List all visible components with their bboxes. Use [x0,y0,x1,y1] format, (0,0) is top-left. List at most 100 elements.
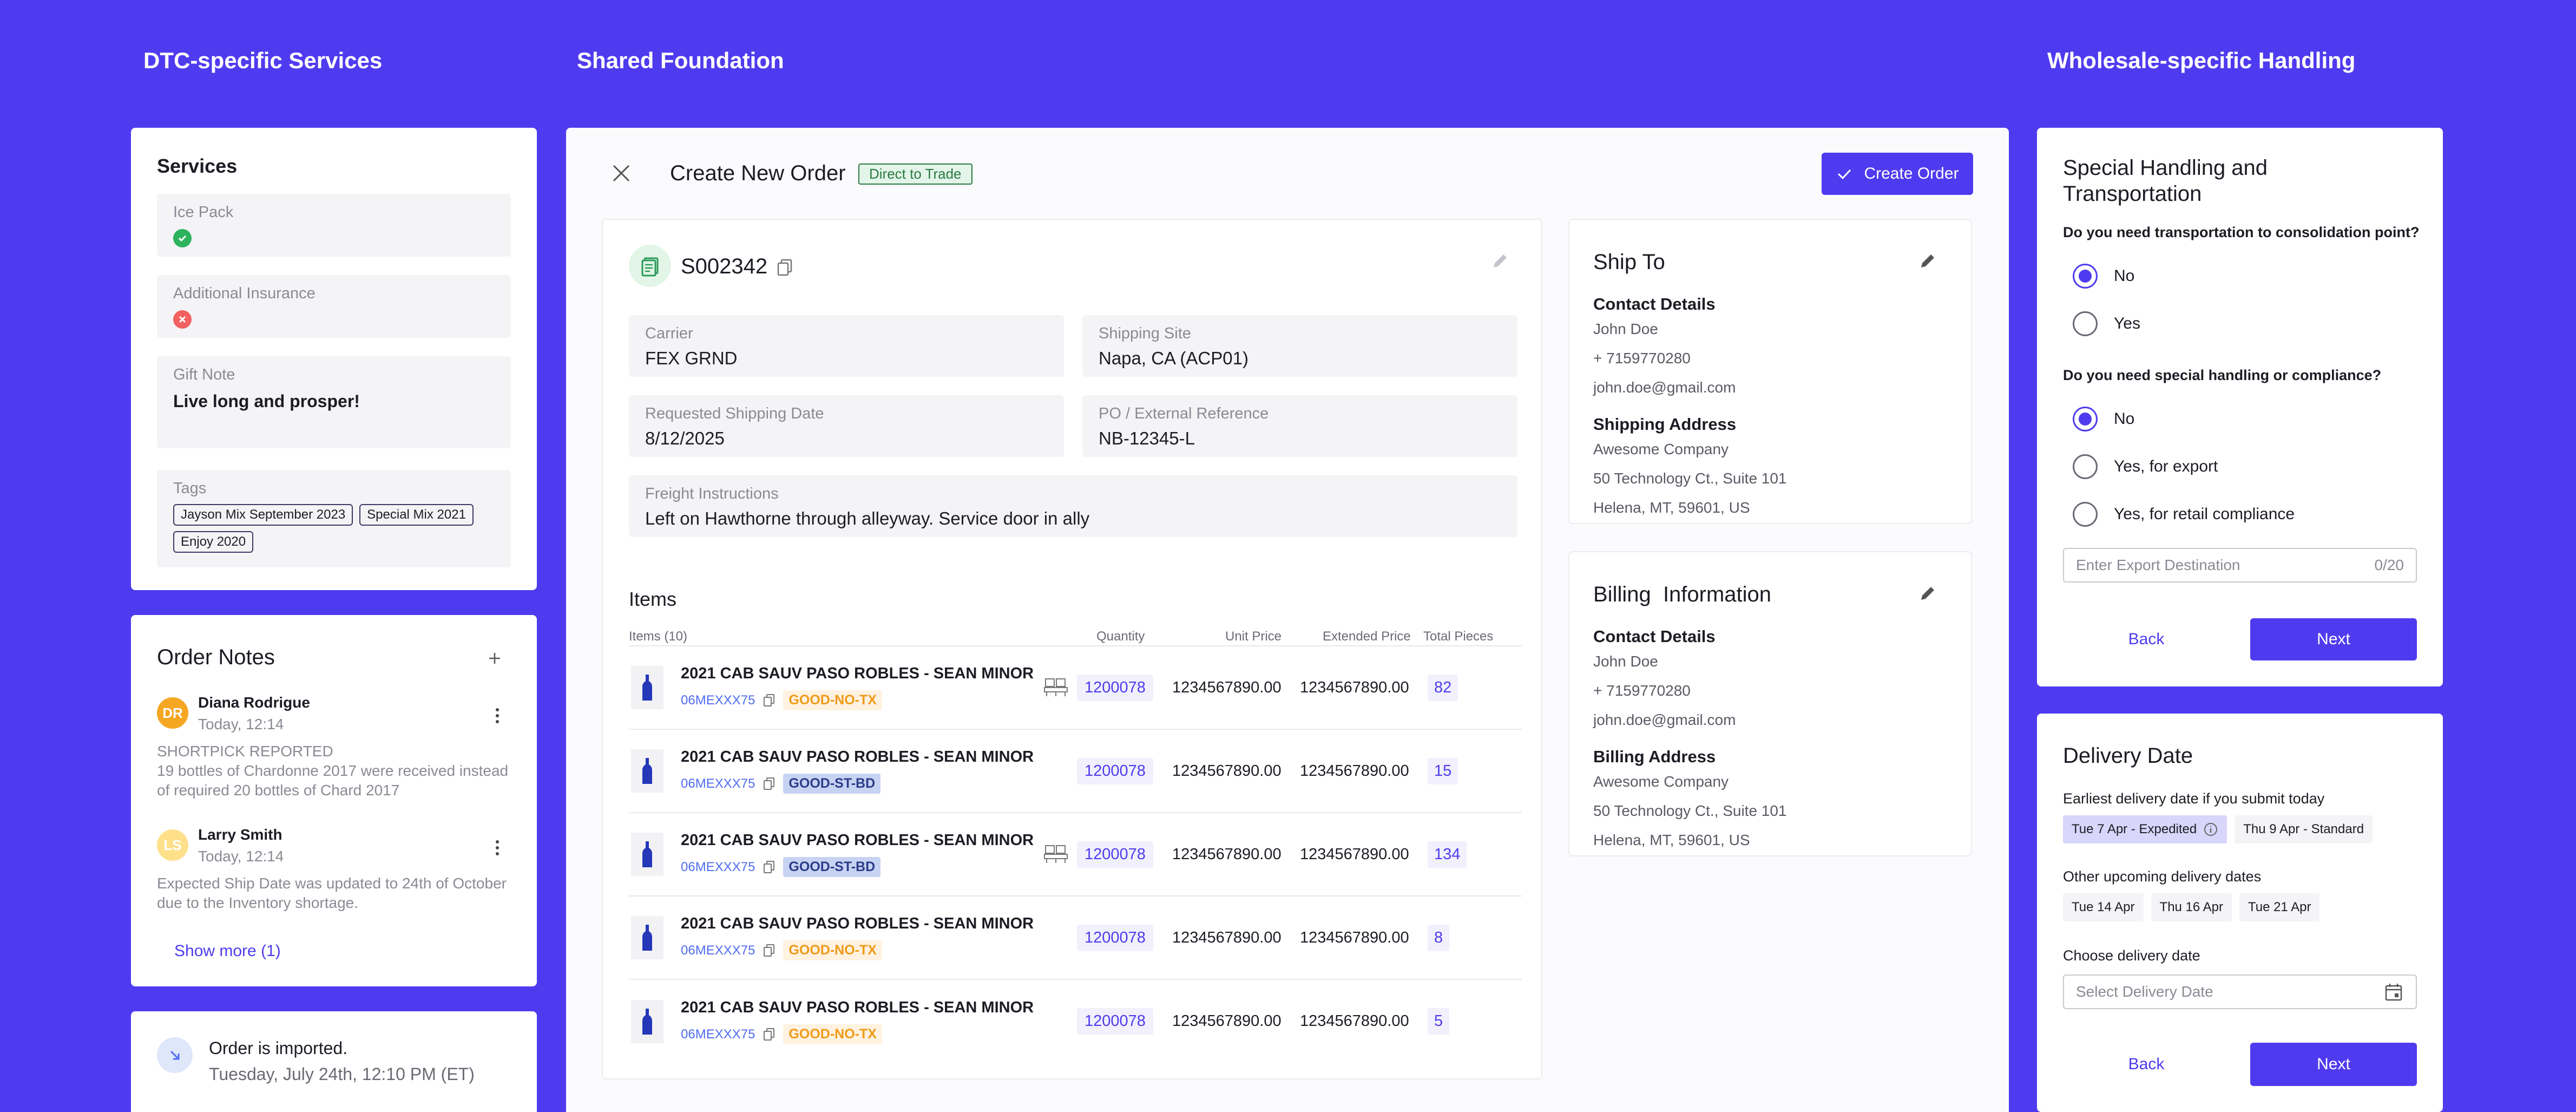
radio-option-no[interactable]: No [2073,395,2295,443]
item-sku: 06MEXXX75 [681,859,755,874]
plus-icon[interactable] [484,647,505,669]
next-button[interactable]: Next [2250,618,2417,660]
shipping-site-value: Napa, CA (ACP01) [1099,348,1248,368]
contact-details-heading: Contact Details [1593,627,1716,646]
more-vertical-icon[interactable] [494,708,501,723]
item-name[interactable]: 2021 CAB SAUV PASO ROBLES - SEAN MINOR [681,665,1034,683]
back-button[interactable]: Back [2063,618,2230,660]
back-button[interactable]: Back [2063,1043,2230,1086]
status-badge: GOOD-NO-TX [783,690,882,710]
gift-note-value: Live long and prosper! [173,391,360,411]
quantity-value[interactable]: 1200078 [1077,841,1153,868]
freight-instructions-value: Left on Hawthorne through alleyway. Serv… [645,508,1090,528]
table-row[interactable]: 2021 CAB SAUV PASO ROBLES - SEAN MINOR 06… [629,980,1522,1063]
import-status-panel: Order is imported. Tuesday, July 24th, 1… [131,1011,537,1112]
date-chip[interactable]: Tue 14 Apr [2063,893,2144,921]
contact-email: john.doe@gmail.com [1593,711,1736,728]
total-pieces-value: 82 [1428,675,1458,701]
delivery-date-panel: Delivery Date Earliest delivery date if … [2037,714,2443,1112]
import-arrow-icon [157,1037,193,1073]
item-name[interactable]: 2021 CAB SAUV PASO ROBLES - SEAN MINOR [681,915,1034,933]
extended-price-value: 1234567890.00 [1300,846,1409,863]
order-number: S002342 [681,254,768,278]
radio-button[interactable] [2073,502,2098,527]
unit-price-value: 1234567890.00 [1172,1012,1282,1030]
table-row[interactable]: 2021 CAB SAUV PASO ROBLES - SEAN MINOR 06… [629,897,1522,980]
note-text: Expected Ship Date was updated to 24th o… [157,875,507,892]
date-chip-standard[interactable]: Thu 9 Apr - Standard [2235,815,2373,843]
radio-option-yes[interactable]: Yes [2073,300,2140,348]
date-chip[interactable]: Tue 21 Apr [2239,893,2320,921]
quantity-value[interactable]: 1200078 [1077,1008,1153,1035]
copy-icon[interactable] [763,860,776,874]
edit-icon[interactable] [1490,251,1510,271]
order-type-badge: Direct to Trade [858,163,972,185]
ice-pack-label: Ice Pack [173,204,234,221]
carrier-value: FEX GRND [645,348,738,368]
extended-price-value: 1234567890.00 [1300,1012,1409,1030]
radio-option-export[interactable]: Yes, for export [2073,443,2295,490]
note-text: of required 20 bottles of Chard 2017 [157,782,400,799]
radio-option-no[interactable]: No [2073,252,2140,300]
po-reference-value: NB-12345-L [1099,428,1195,448]
radio-button[interactable] [2073,407,2098,431]
status-badge: GOOD-ST-BD [783,857,881,877]
item-info: 2021 CAB SAUV PASO ROBLES - SEAN MINOR 06… [681,748,1034,794]
requested-date-field: Requested Shipping Date 8/12/2025 [629,395,1064,457]
item-info: 2021 CAB SAUV PASO ROBLES - SEAN MINOR 06… [681,665,1034,710]
total-pieces-value: 15 [1428,758,1458,784]
ship-to-card: Ship To Contact Details John Doe + 71597… [1568,219,1972,524]
next-button[interactable]: Next [2250,1043,2417,1086]
radio-option-retail[interactable]: Yes, for retail compliance [2073,490,2295,538]
item-name[interactable]: 2021 CAB SAUV PASO ROBLES - SEAN MINOR [681,999,1034,1017]
item-sku: 06MEXXX75 [681,776,755,791]
services-panel: Services Ice Pack Additional Insurance G… [131,128,537,590]
copy-icon[interactable] [763,777,776,791]
edit-icon[interactable] [1918,251,1937,271]
contact-details-heading: Contact Details [1593,295,1716,313]
quantity-value[interactable]: 1200078 [1077,758,1153,784]
radio-button[interactable] [2073,264,2098,289]
po-reference-label: PO / External Reference [1099,405,1269,422]
column-title-dtc: DTC-specific Services [143,48,383,73]
radio-button[interactable] [2073,311,2098,336]
copy-icon[interactable] [763,944,776,958]
tag-chip[interactable]: Enjoy 2020 [173,531,254,553]
tags-label: Tags [173,480,207,497]
po-reference-field: PO / External Reference NB-12345-L [1082,395,1517,457]
gift-note-label: Gift Note [173,366,235,383]
copy-icon[interactable] [763,1028,776,1042]
item-name[interactable]: 2021 CAB SAUV PASO ROBLES - SEAN MINOR [681,748,1034,766]
unit-price-value: 1234567890.00 [1172,762,1282,780]
export-destination-input[interactable]: Enter Export Destination 0/20 [2063,548,2417,583]
more-vertical-icon[interactable] [494,840,501,855]
date-chip-expedited[interactable]: Tue 7 Apr - Expedited [2063,815,2227,843]
status-badge: GOOD-ST-BD [783,774,881,794]
table-row[interactable]: 2021 CAB SAUV PASO ROBLES - SEAN MINOR 06… [629,813,1522,897]
column-header-total-pieces: Total Pieces [1423,629,1494,644]
radio-button[interactable] [2073,454,2098,479]
table-row[interactable]: 2021 CAB SAUV PASO ROBLES - SEAN MINOR 06… [629,730,1522,813]
calendar-icon[interactable] [2383,982,2404,1002]
earliest-label: Earliest delivery date if you submit tod… [2063,790,2325,807]
tag-chip[interactable]: Special Mix 2021 [359,504,474,526]
edit-icon[interactable] [1918,584,1937,603]
delivery-date-input[interactable]: Select Delivery Date [2063,974,2417,1009]
column-title-wholesale: Wholesale-specific Handling [2047,48,2356,73]
show-more-link[interactable]: Show more (1) [174,942,281,960]
handling-title-line2: Transportation [2063,182,2202,206]
create-order-button[interactable]: Create Order [1822,153,1973,195]
quantity-value[interactable]: 1200078 [1077,675,1153,701]
close-icon[interactable] [610,162,632,184]
date-chip[interactable]: Thu 16 Apr [2151,893,2232,921]
carrier-field: Carrier FEX GRND [629,315,1064,377]
quantity-value[interactable]: 1200078 [1077,925,1153,951]
copy-icon[interactable] [776,258,793,276]
radio-label: No [2114,267,2135,285]
order-notes-title: Order Notes [157,645,275,669]
table-row[interactable]: 2021 CAB SAUV PASO ROBLES - SEAN MINOR 06… [629,646,1522,730]
ship-to-contact: Contact Details John Doe + 7159770280 jo… [1593,295,1787,516]
item-name[interactable]: 2021 CAB SAUV PASO ROBLES - SEAN MINOR [681,832,1034,849]
tag-chip[interactable]: Jayson Mix September 2023 [173,504,353,526]
copy-icon[interactable] [763,694,776,708]
